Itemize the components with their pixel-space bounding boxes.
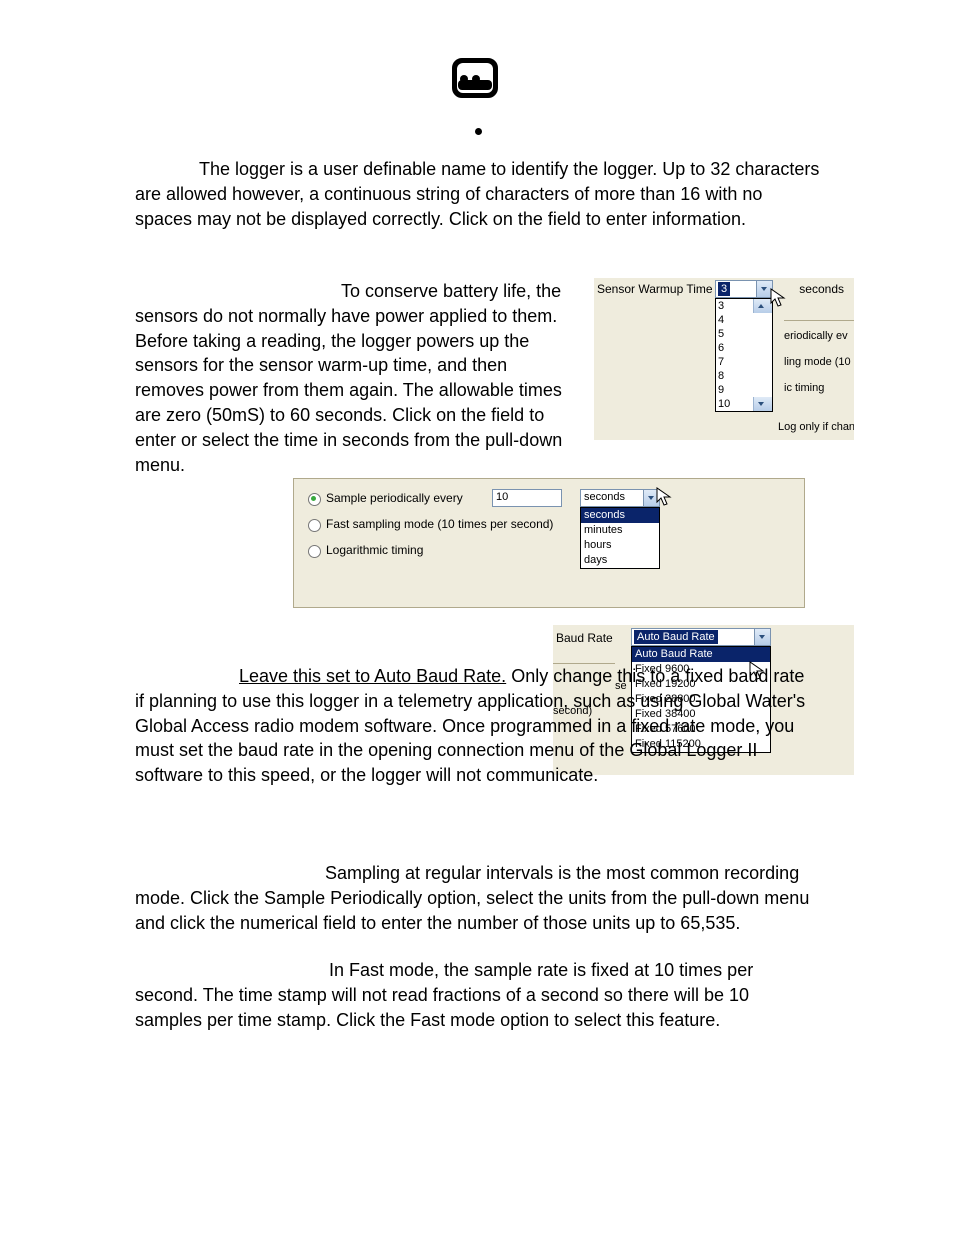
radio-logarithmic[interactable] <box>308 545 321 558</box>
bg-text: Log only if channel 1 c <box>778 421 854 433</box>
seconds-label: seconds <box>799 282 844 296</box>
sensor-warmup-value: 3 <box>718 282 730 296</box>
sensor-warmup-label: Sensor Warmup Time <box>597 282 713 296</box>
logo-icon <box>452 58 498 98</box>
text: The logger is a user definable name to i… <box>135 159 819 229</box>
baud-rate-label: Baud Rate <box>556 631 613 645</box>
list-item[interactable]: minutes <box>581 523 659 538</box>
sample-unit-value: seconds <box>584 491 625 503</box>
screenshot-sampling: Sample periodically every Fast sampling … <box>293 478 805 608</box>
list-item[interactable]: 6 <box>716 341 772 355</box>
text-underline: Leave this set to Auto Baud Rate. <box>239 666 506 686</box>
paragraph-sensor-warmup: To conserve battery life, the sensors do… <box>135 279 565 478</box>
radio-label: Fast sampling mode (10 times per second) <box>326 517 553 531</box>
baud-rate-value: Auto Baud Rate <box>634 630 718 644</box>
screenshot-sensor-warmup: Sensor Warmup Time seconds 3 3 4 5 6 7 8… <box>594 278 854 440</box>
page: The logger is a user definable name to i… <box>0 0 954 1235</box>
list-item[interactable]: 5 <box>716 327 772 341</box>
list-item[interactable]: seconds <box>581 508 659 523</box>
paragraph-logger-name: The logger is a user definable name to i… <box>135 157 820 231</box>
paragraph-sample-periodically: Sampling at regular intervals is the mos… <box>135 861 820 935</box>
list-item[interactable]: 8 <box>716 369 772 383</box>
list-item[interactable]: Auto Baud Rate <box>632 647 770 662</box>
radio-sample-periodically[interactable] <box>308 493 321 506</box>
sample-unit-combobox[interactable]: seconds <box>580 489 660 507</box>
bg-text: ling mode (10 <box>784 356 851 368</box>
list-item[interactable]: hours <box>581 538 659 553</box>
sample-unit-dropdown[interactable]: seconds minutes hours days <box>580 507 660 569</box>
list-item[interactable]: 4 <box>716 313 772 327</box>
cursor-icon <box>770 288 788 308</box>
scroll-down-icon[interactable] <box>753 397 772 411</box>
radio-label: Sample periodically every <box>326 491 463 505</box>
text: Sampling at regular intervals is the mos… <box>135 863 809 933</box>
cursor-icon <box>656 487 674 507</box>
list-item[interactable]: 9 <box>716 383 772 397</box>
radio-fast-sampling[interactable] <box>308 519 321 532</box>
divider <box>784 320 854 321</box>
sensor-warmup-combobox[interactable]: 3 <box>715 280 773 298</box>
paragraph-fast-mode: In Fast mode, the sample rate is fixed a… <box>135 958 820 1032</box>
paragraph-baud-rate: Leave this set to Auto Baud Rate. Only c… <box>135 664 815 788</box>
list-item[interactable]: 7 <box>716 355 772 369</box>
radio-label: Logarithmic timing <box>326 543 423 557</box>
text: In Fast mode, the sample rate is fixed a… <box>135 960 753 1030</box>
list-item[interactable]: days <box>581 553 659 568</box>
bg-text: ic timing <box>784 382 824 394</box>
chevron-down-icon[interactable] <box>754 629 770 645</box>
bg-text: eriodically ev <box>784 330 848 342</box>
text: To conserve battery life, the sensors do… <box>135 281 562 475</box>
bullet-icon <box>475 128 482 135</box>
baud-rate-combobox[interactable]: Auto Baud Rate <box>631 628 771 646</box>
sample-interval-input[interactable]: 10 <box>492 489 562 507</box>
sensor-warmup-dropdown[interactable]: 3 4 5 6 7 8 9 10 <box>715 298 773 412</box>
